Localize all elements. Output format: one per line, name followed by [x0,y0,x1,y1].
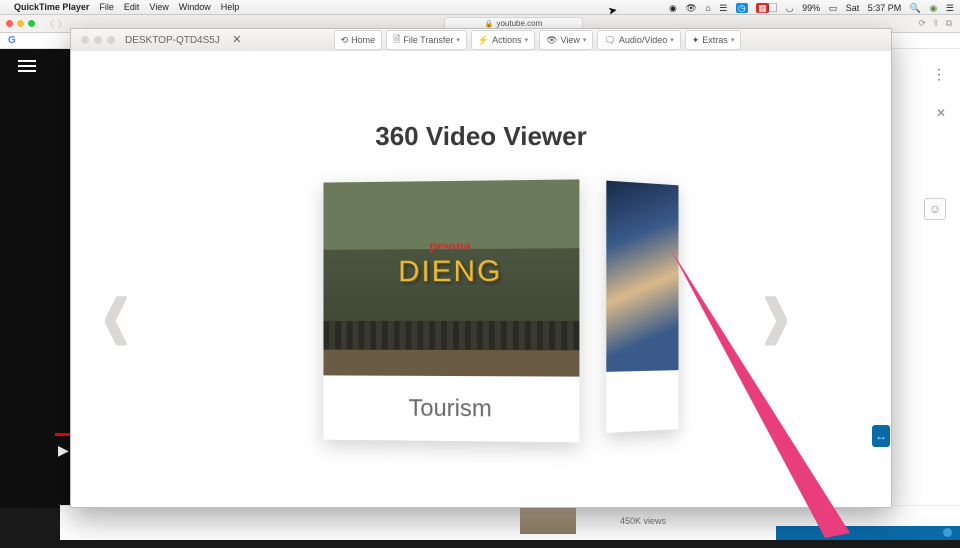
page-title: 360 Video Viewer [71,121,891,152]
status-icon[interactable]: ▦ [756,3,769,13]
user-icon[interactable]: ◉ [930,3,938,13]
menu-window[interactable]: Window [179,2,211,12]
emoji-button-icon[interactable]: ☺ [924,198,946,220]
menu-edit[interactable]: Edit [124,2,140,12]
wifi-icon[interactable]: ◡ [786,3,794,13]
remote-toolbar: ⟲Home 🗎File Transfer▾ ⚡Actions▾ 👁View▾ 🗨… [334,30,742,50]
clock-time: 5:37 PM [868,3,902,13]
card-label [606,370,678,433]
puzzle-icon: ✦ [692,35,700,46]
close-icon[interactable]: ✕ [936,106,946,120]
view-label: View [561,35,580,45]
status-icon[interactable]: 👁 [685,3,696,13]
carousel-prev-icon[interactable]: ‹ [101,240,131,384]
youtube-player-strip [0,48,80,508]
view-button[interactable]: 👁View▾ [539,30,593,50]
close-session-icon[interactable]: ✕ [230,33,244,47]
play-button-icon[interactable]: ▶ [58,442,69,459]
home-button[interactable]: ⟲Home [334,30,383,50]
menubar-status-area: ◉ 👁 ⌂ ☰ ◷ ▦ ⃞ ◡ 99% ▭ Sat 5:37 PM 🔍 ◉ ☰ [663,1,954,14]
tabs-icon[interactable]: ⧉ [946,18,952,29]
audio-video-label: Audio/Video [619,35,667,45]
eye-icon: 👁 [546,35,557,46]
remote-traffic-lights[interactable] [81,36,115,44]
window-traffic-lights[interactable] [6,20,35,27]
menu-view[interactable]: View [149,2,168,12]
file-icon: 🗎 [393,32,400,48]
actions-label: Actions [492,35,522,45]
hamburger-icon[interactable] [18,60,36,74]
back-button[interactable]: 〈 [45,17,54,30]
sign-title: DIENG [398,255,502,289]
battery-icon[interactable]: ▭ [829,3,838,13]
card-label: Tourism [323,375,579,442]
carousel-card-tourism[interactable]: pesona DIENG Tourism [323,179,579,442]
teamviewer-badge-icon[interactable]: ↔ [872,425,890,447]
home-label: Home [351,35,375,45]
menu-help[interactable]: Help [221,2,240,12]
reload-icon[interactable]: ⟳ [918,18,926,29]
more-options-icon[interactable]: ⋮ [932,66,946,83]
card-thumbnail: pesona DIENG [323,179,579,376]
view-count: 450K views [620,516,666,526]
status-icon[interactable]: ⌂ [705,3,710,13]
remote-host-name: DESKTOP-QTD4S5J [125,35,220,46]
file-transfer-label: File Transfer [403,35,453,45]
status-icon[interactable]: ◉ [669,3,677,13]
extras-button[interactable]: ✦Extras▾ [685,30,742,50]
notification-center-icon[interactable]: ☰ [946,3,954,13]
file-transfer-button[interactable]: 🗎File Transfer▾ [386,30,467,50]
mac-menubar: QuickTime Player File Edit View Window H… [0,0,960,15]
actions-button[interactable]: ⚡Actions▾ [471,30,535,50]
extras-label: Extras [702,35,728,45]
home-icon: ⟲ [341,35,349,46]
bolt-icon: ⚡ [478,35,489,46]
menu-file[interactable]: File [99,2,114,12]
battery-percent: 99% [802,3,820,13]
status-icon[interactable]: ◷ [736,3,748,13]
audio-video-button[interactable]: 🗨Audio/Video▾ [597,30,680,50]
share-icon[interactable]: ⇪ [932,18,940,29]
url-text: youtube.com [496,19,542,28]
card-thumbnail [606,181,678,372]
clock-day: Sat [846,3,860,13]
app-name[interactable]: QuickTime Player [14,2,89,12]
google-favicon-icon: G [8,35,16,46]
chat-icon: 🗨 [604,35,615,46]
forward-button: 〉 [58,17,67,30]
status-icon[interactable]: ☰ [719,3,727,13]
mouse-cursor-icon: ➤ [607,3,618,17]
spotlight-icon[interactable]: 🔍 [910,3,921,13]
sign-subtitle: pesona [398,239,502,256]
carousel-card-next[interactable] [606,181,678,433]
thumbnail-sign: pesona DIENG [398,239,502,290]
remote-titlebar: DESKTOP-QTD4S5J ✕ ⟲Home 🗎File Transfer▾ … [71,29,891,52]
